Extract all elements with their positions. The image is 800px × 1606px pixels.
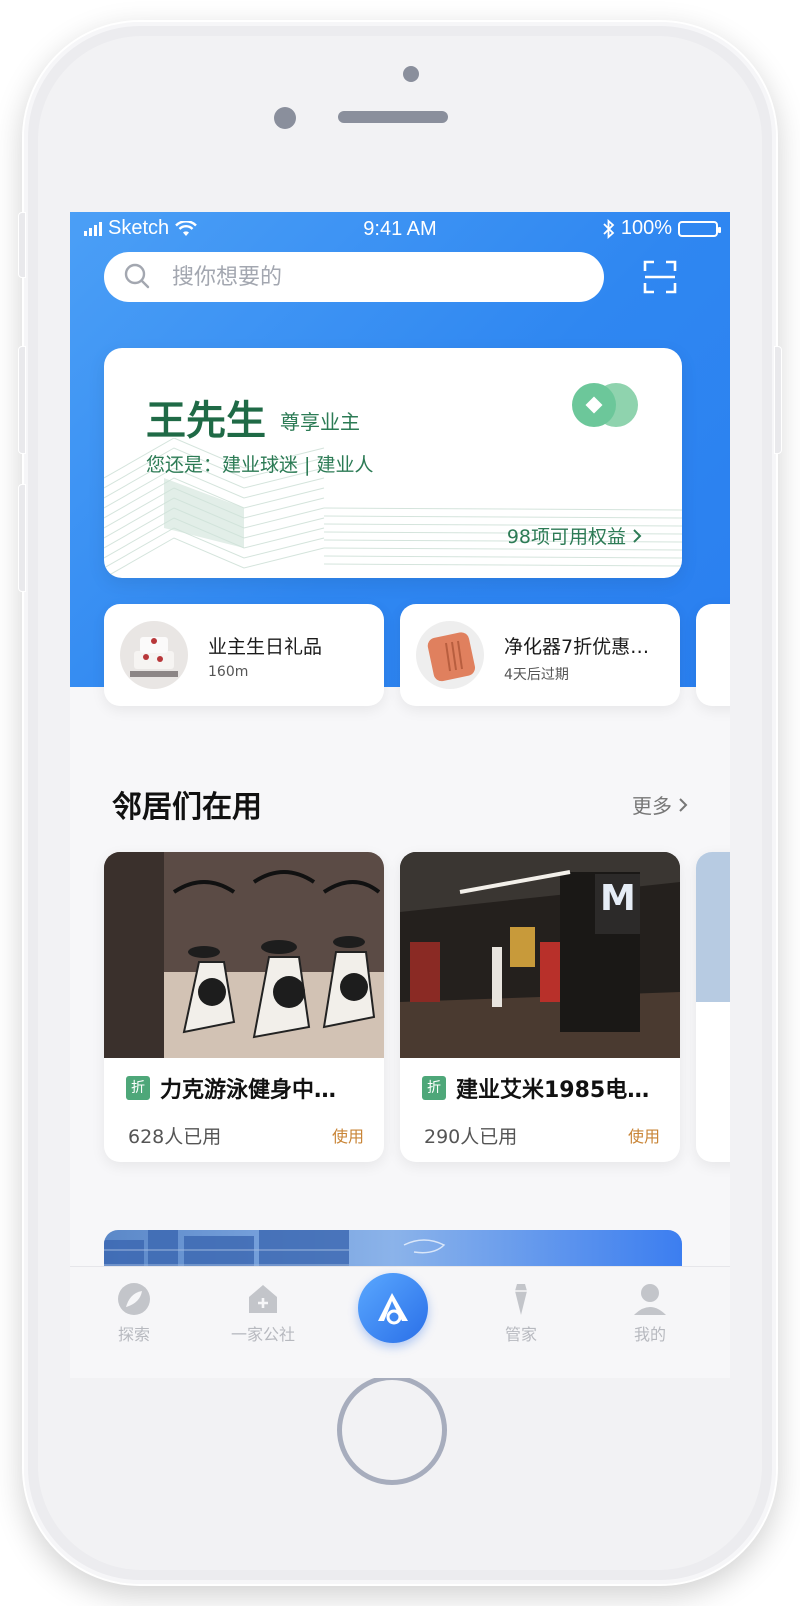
cinema-photo: M	[400, 852, 680, 1058]
power-button	[774, 346, 782, 454]
tab-label: 探索	[117, 1325, 150, 1344]
home-plus-icon	[249, 1285, 277, 1313]
purifier-thumbnail	[416, 621, 484, 689]
earpiece-speaker	[338, 111, 448, 123]
member-name: 王先生	[146, 398, 266, 444]
coupon-meta: 4天后过期	[504, 667, 569, 683]
usage-count: 290人已用	[424, 1126, 518, 1148]
brand-logo-icon	[378, 1293, 408, 1325]
more-link[interactable]: 更多	[632, 790, 688, 819]
coupon-card-partial[interactable]	[696, 604, 730, 706]
tab-label: 管家	[504, 1325, 537, 1344]
coupon-card[interactable]: 业主生日礼品 160m	[104, 604, 384, 706]
member-level: 尊享业主	[280, 410, 360, 434]
battery-percent: 100%	[620, 217, 672, 239]
place-card-partial[interactable]	[696, 852, 730, 1162]
tab-community[interactable]: 一家公社	[213, 1281, 313, 1345]
coupon-card[interactable]: 净化器7折优惠… 4天后过期	[400, 604, 680, 706]
tab-label: 一家公社	[230, 1325, 295, 1344]
explore-icon	[118, 1283, 150, 1315]
building-photo	[696, 852, 730, 1058]
search-bar[interactable]	[104, 252, 604, 302]
chevron-right-icon	[679, 797, 688, 812]
use-button[interactable]: 使用	[332, 1123, 364, 1147]
tab-home-center[interactable]	[358, 1273, 428, 1343]
use-button[interactable]: 使用	[628, 1123, 660, 1147]
coupon-meta: 160m	[208, 664, 249, 680]
chevron-right-icon	[633, 528, 642, 543]
mute-switch	[18, 212, 26, 278]
scan-icon[interactable]	[643, 260, 677, 294]
bluetooth-icon	[603, 218, 615, 239]
tab-bar: 探索 一家公社 管家 我的	[70, 1266, 730, 1350]
volume-up-button	[18, 346, 26, 454]
gym-photo	[104, 852, 384, 1058]
available-rights-link[interactable]: 98项可用权益	[507, 522, 642, 549]
coupon-list: 业主生日礼品 160m 净化器7折优惠… 4天后过期	[104, 604, 730, 708]
usage-count: 628人已用	[128, 1126, 222, 1148]
volume-down-button	[18, 484, 26, 592]
battery-icon	[678, 220, 721, 237]
member-card[interactable]: 王先生 尊享业主 您还是：建业球迷 | 建业人 98项可用权益	[104, 348, 682, 578]
coupon-title: 业主生日礼品	[208, 636, 323, 658]
svg-text:M: M	[600, 878, 636, 919]
place-name: 力克游泳健身中…	[160, 1078, 337, 1103]
section-title: 邻居们在用	[112, 790, 262, 825]
search-input[interactable]	[172, 252, 572, 302]
more-label: 更多	[632, 794, 672, 818]
coupon-title: 净化器7折优惠…	[504, 636, 650, 658]
front-camera	[274, 107, 296, 129]
butler-icon	[515, 1284, 527, 1315]
tab-butler[interactable]: 管家	[471, 1281, 571, 1345]
place-name: 建业艾米1985电…	[456, 1078, 650, 1103]
tab-profile[interactable]: 我的	[600, 1281, 700, 1345]
tab-label: 我的	[633, 1325, 666, 1344]
profile-icon	[634, 1284, 666, 1315]
rights-label: 98项可用权益	[506, 526, 626, 548]
member-identities: 您还是：建业球迷 | 建业人	[146, 454, 374, 476]
status-bar: Sketch 9:41 AM 100%	[70, 212, 730, 246]
app-screen: Sketch 9:41 AM 100% 搜你想要的 王先生 尊享业主 您还是：建…	[70, 212, 730, 1378]
coins-icon	[572, 383, 638, 427]
discount-badge: 折	[422, 1076, 446, 1100]
cake-thumbnail	[120, 621, 188, 689]
search-icon	[124, 263, 150, 289]
sensor-dot	[403, 66, 419, 82]
discount-badge: 折	[126, 1076, 150, 1100]
place-card[interactable]: 折 力克游泳健身中… 628人已用 使用	[104, 852, 384, 1162]
home-button[interactable]	[337, 1375, 447, 1485]
place-card[interactable]: M 折 建业艾米1985电… 290人已用 使用	[400, 852, 680, 1162]
tab-explore[interactable]: 探索	[84, 1281, 184, 1345]
